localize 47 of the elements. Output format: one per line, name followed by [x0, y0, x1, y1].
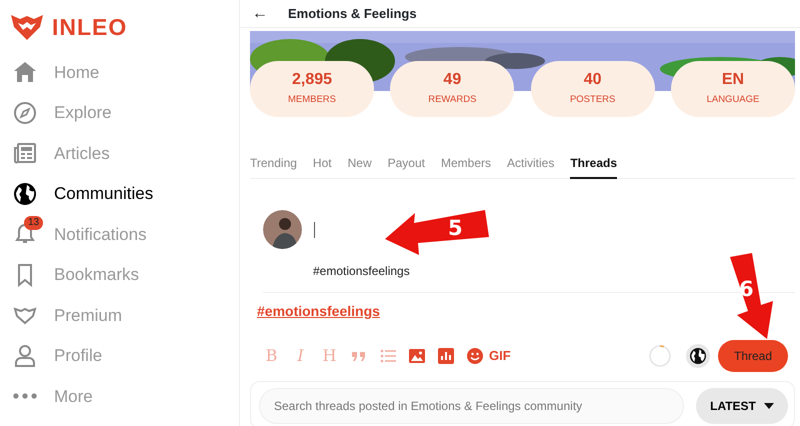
sidebar-item[interactable]: Bookmarks [10, 254, 210, 295]
person-icon [12, 342, 38, 369]
stat-label: REWARDS [428, 93, 476, 108]
lion-logo-icon [10, 13, 44, 41]
page-title: Emotions & Feelings [288, 4, 417, 23]
gif-button[interactable]: GIF [489, 344, 511, 368]
sidebar-item[interactable]: Premium [10, 295, 210, 336]
avatar [263, 210, 302, 249]
tab[interactable]: Activities [507, 149, 554, 179]
sidebar-item[interactable]: Explore [10, 92, 210, 133]
tab[interactable]: Members [440, 149, 491, 179]
stat-value: 40 [584, 70, 602, 90]
tab[interactable]: New [348, 149, 372, 179]
stat-label: POSTERS [570, 93, 616, 108]
character-meter [648, 344, 672, 368]
sidebar-item[interactable]: Home [10, 52, 210, 92]
community-tag-link[interactable]: #emotionsfeelings [257, 301, 380, 322]
globe-icon [12, 180, 38, 207]
caret-icon [764, 403, 774, 409]
hashtag-text: #emotionsfeelings [313, 263, 411, 280]
notification-badge: 13 [24, 216, 44, 230]
globe-button[interactable] [686, 344, 710, 368]
tab[interactable]: Threads [570, 149, 618, 179]
globe-icon [690, 348, 706, 364]
annotation-number: 6 [739, 279, 754, 300]
stat-value: 2,895 [292, 70, 332, 90]
compass-icon [12, 100, 38, 126]
back-arrow[interactable]: ← [252, 6, 268, 22]
sidebar-item[interactable]: Articles [10, 133, 210, 174]
more-icon [12, 392, 38, 400]
newspaper-icon [12, 140, 38, 166]
annotation-number: 5 [448, 218, 463, 239]
stat-value: 49 [443, 70, 462, 90]
sort-dropdown[interactable]: LATEST [696, 388, 788, 424]
sidebar-item[interactable]: Communities [10, 174, 210, 214]
tab[interactable]: Hot [312, 149, 332, 179]
sidebar-item[interactable]: More [10, 376, 210, 416]
stat-label: MEMBERS [288, 93, 336, 108]
sidebar-item[interactable]: Notifications 13 [10, 214, 210, 254]
stat-label: LANGUAGE [706, 93, 760, 108]
stat-value: EN [722, 70, 744, 90]
tab[interactable]: Payout [388, 149, 425, 179]
tab[interactable]: Trending [250, 149, 297, 179]
search-field[interactable]: Search threads posted in Emotions & Feelings community [259, 388, 684, 424]
sidebar-item[interactable]: Profile [10, 336, 210, 376]
logo-text: INLEO [52, 16, 128, 38]
thread-button[interactable]: Thread [718, 340, 788, 372]
